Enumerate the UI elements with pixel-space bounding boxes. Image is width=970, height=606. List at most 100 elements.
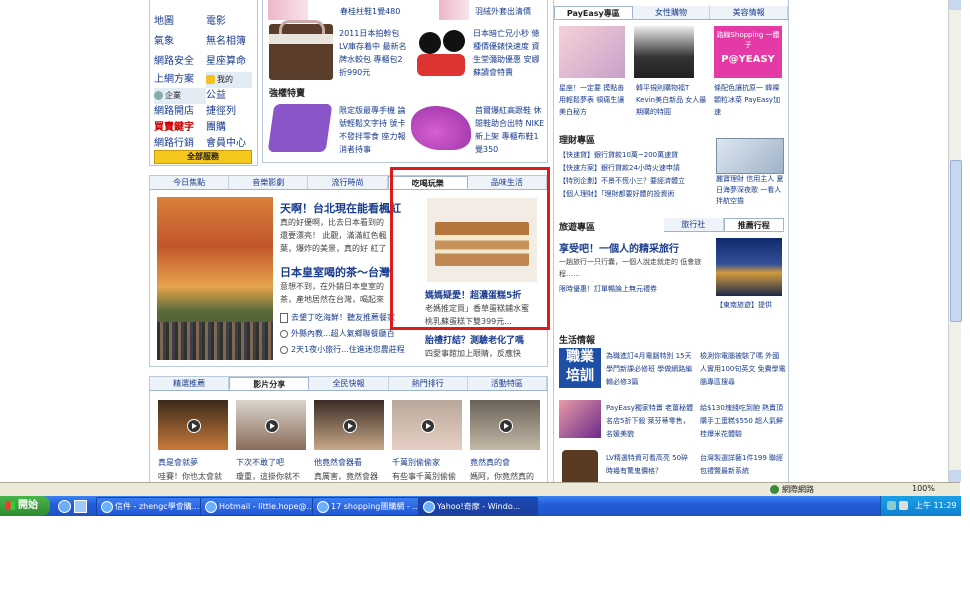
video-title-2[interactable]: 下次不敢了吧 <box>236 457 284 468</box>
lv-bag-thumb[interactable] <box>269 20 333 80</box>
video-title-5[interactable]: 竟然真的會 <box>470 457 510 468</box>
scroll-thumb[interactable] <box>950 160 962 322</box>
tab-citizen-news[interactable]: 全民快報 <box>309 377 389 390</box>
travel-promo-link[interactable]: 限時優惠！訂單暢論上無元禮券 <box>559 284 657 294</box>
menu-movies[interactable]: 電影 <box>206 12 226 32</box>
tab-payeasy[interactable]: PayEasy專區 <box>554 6 633 19</box>
payeasy-ad2-img[interactable] <box>634 26 694 78</box>
life3-right-text[interactable]: 台灣製選詳藝1件199 聯經包禮覽最新系統 <box>700 452 786 478</box>
summary-maple: 真的好優啊，比去日本看到的還要漂亮！ 此觀，滿滿紅色楓葉，爆炸的美景，真的好 紅… <box>280 218 387 253</box>
life1-right-text[interactable]: 檢測你電腦被駭了嗎 外國人實用100句英文 免費學電腦專區搜尋 <box>700 350 786 389</box>
menu-map[interactable]: 地圖 <box>154 12 206 32</box>
quick-launch-desktop-icon[interactable] <box>74 500 87 513</box>
taskbar-btn-hotmail[interactable]: Hotmail - little.hope@... <box>200 497 328 516</box>
tab-entertainment[interactable]: 音樂影劇 <box>229 176 309 189</box>
video-thumb-3[interactable] <box>314 400 384 450</box>
tab-travel-agency[interactable]: 旅行社 <box>664 218 724 231</box>
life2-right-text[interactable]: 給$130塊錢吃到飽 熱賣頂購手工蛋糕$550 超人氣鮮桂爆米花體驗 <box>700 402 786 441</box>
scroll-up-arrow[interactable] <box>949 0 961 10</box>
news-link-2[interactable]: 外縣內教...超人氣鄉聯餐廳百 <box>280 328 395 339</box>
phone-thumb[interactable] <box>267 104 333 152</box>
shopping-item4-text[interactable]: 首爾爆紅高跟鞋 休閒鞋助合出特 NIKE新上架 專櫃布鞋1覺350 <box>475 104 545 156</box>
payeasy-ad3-text[interactable]: 條配色讓抗原一 韓裸顆粒冰菜 PayEasy加速 <box>714 82 786 118</box>
menu-security[interactable]: 網路安全 <box>154 52 206 72</box>
menu-plans[interactable]: 上網方案 <box>154 72 206 88</box>
finance-link-2[interactable]: 【快速方案】銀行貸款24小時火速申請 <box>559 163 711 173</box>
taskbar-btn-17shopping[interactable]: 17 shopping團購網 - ... <box>312 497 430 516</box>
enterprise-section[interactable]: 企業 <box>154 88 206 104</box>
finance-ad-text[interactable]: 麗寶理財 信用主人 夏日海夢深夜歌 一看人拌航空擔 <box>716 174 784 207</box>
news-link-1-text: 去墾丁吃海鮮！聽友推薦餐家 <box>291 313 395 322</box>
vertical-scrollbar[interactable] <box>948 0 962 482</box>
travel-night-photo[interactable] <box>716 238 782 296</box>
video-thumb-4[interactable] <box>392 400 462 450</box>
tab-featured[interactable]: 精選推薦 <box>150 377 230 390</box>
life2-left-text[interactable]: PayEasy獨家特賣 老薑秘體名店5折下殺 萊芬蒂零售，名媛美貌 <box>606 402 694 441</box>
shopping-top-right-text[interactable]: 羽絨外套出清價 <box>475 6 531 17</box>
payeasy-ad3-img[interactable]: 路線Shopping 一體子 P@YEASY <box>714 26 782 78</box>
mine-section[interactable]: 我的 <box>206 72 252 88</box>
finance-link-3[interactable]: 【特別企劃】不景不慌小三？要經濟體立 <box>559 176 711 186</box>
shopping-item1-text[interactable]: 2011日本拍幹包 LV庫存着中 最新名牌水較包 專櫃包2折990元 <box>339 27 407 79</box>
shopping-top-right-thumb[interactable] <box>439 0 469 20</box>
finance-link-1[interactable]: 【快速貸】銀行貸款10萬~200萬速貸 <box>559 150 711 160</box>
video-thumb-2[interactable] <box>236 400 306 450</box>
video-title-3[interactable]: 他竟然會器看 <box>314 457 362 468</box>
globe-icon <box>770 485 779 494</box>
shopping-top-thumb[interactable] <box>268 0 308 20</box>
taskbar-btn-mail[interactable]: 信件 - zhengc學會購... <box>96 497 208 516</box>
finance-card-img[interactable] <box>716 138 784 174</box>
tab-recommended-trips[interactable]: 推薦行程 <box>723 218 784 231</box>
shoe-thumb[interactable] <box>411 106 471 150</box>
zoom-level[interactable]: 100% <box>912 484 935 493</box>
news-link-1[interactable]: 去墾丁吃海鮮！聽友推薦餐家 <box>280 312 395 323</box>
tab-video-share[interactable]: 影片分享 <box>229 377 310 390</box>
all-services-button[interactable]: 全部服務 <box>154 150 252 164</box>
scroll-down-arrow[interactable] <box>949 470 961 482</box>
taskbar-btn-yahoo[interactable]: Yahoo!奇摩 - Windo... <box>418 497 538 516</box>
shopping-top-text[interactable]: 春桂柱鞋1覺480 <box>340 6 400 17</box>
life3-left-text[interactable]: LV精選特資可看高亮 50碎時幾有驚鬼價格？ <box>606 452 694 478</box>
tab-women-shopping[interactable]: 女性購物 <box>632 6 711 19</box>
payeasy-ad1-img[interactable] <box>559 26 625 78</box>
menu-buy-sell[interactable]: 買賣鍵字 <box>154 120 206 136</box>
bottom-headline[interactable]: 胎禮打結？測驗老化了嗎 <box>425 333 524 346</box>
menu-horoscope[interactable]: 星座算命 <box>206 52 246 72</box>
tab-today[interactable]: 今日焦點 <box>150 176 230 189</box>
life1-left-text[interactable]: 為職進訂4月電腦特別 15天學門新課必修班 學做網路編輯必修3篇 <box>606 350 694 389</box>
autumn-maple-photo[interactable] <box>157 197 273 360</box>
video-title-4[interactable]: 千萬別偷偷家 <box>392 457 440 468</box>
menu-photo-album[interactable]: 無名相簿 <box>206 32 246 52</box>
clock[interactable]: 上午 11:29 <box>915 500 957 511</box>
tab-fashion[interactable]: 流行時尚 <box>308 176 388 189</box>
headline-maple[interactable]: 天啊！台北現在能看楓紅 <box>280 200 401 216</box>
shopping-item3-text[interactable]: 限定版最專手機 論號輕鬆文字持 號卡不發拌零食 座力報消者持事 <box>339 104 409 156</box>
shopping-item2-text[interactable]: 日本暗亡兄小秒 條種價優錶快速度 資生堂彌助優惠 安娜蘇讀會特賣 <box>473 27 545 79</box>
video-title-1[interactable]: 真是會就夢 <box>158 457 198 468</box>
menu-weather[interactable]: 氣象 <box>154 32 206 52</box>
menu-shortcut-bar[interactable]: 捷徑列 <box>206 104 236 120</box>
quick-launch-ie-icon[interactable] <box>58 500 71 513</box>
mickey-thumb[interactable] <box>415 26 469 78</box>
menu-charity[interactable]: 公益 <box>206 88 226 104</box>
finance-link-4[interactable]: 【個人理財】「理財都要好體的投資術 <box>559 189 711 199</box>
career-banner[interactable]: 職業 培訓 <box>559 348 601 388</box>
video-thumb-1[interactable] <box>158 400 228 450</box>
payeasy-small-img[interactable] <box>559 400 601 438</box>
menu-group-buy[interactable]: 團購 <box>206 120 226 136</box>
news-link-3[interactable]: 2天1夜小旅行...住進迷您農莊程 <box>280 344 405 355</box>
tab-ranking[interactable]: 熱門排行 <box>388 377 468 390</box>
video-thumb-5[interactable] <box>470 400 540 450</box>
tray-network-icon[interactable] <box>887 501 896 510</box>
travel-headline[interactable]: 享受吧！一個人的精采旅行 <box>559 240 679 255</box>
lv-bag-small-img[interactable] <box>562 450 598 484</box>
payeasy-ad2-text[interactable]: 韓平規則購物福T Kevin美白新品 女人最期購的特圓 <box>636 82 708 118</box>
tray-volume-icon[interactable] <box>899 501 908 510</box>
tab-events[interactable]: 活動特區 <box>467 377 548 390</box>
services-grid: 地圖 電影 氣象 無名相簿 網路安全 星座算命 上網方案 我的 企業 公益 網路開店 捷徑… <box>154 12 252 152</box>
menu-open-store[interactable]: 網路開店 <box>154 104 206 120</box>
tab-beauty[interactable]: 美容情報 <box>710 6 789 19</box>
payeasy-ad1-text[interactable]: 星座！一定要 摸點善用輕鬆夢表 頓痛生讓美白秘方 <box>559 82 629 118</box>
start-button[interactable]: 開始 <box>0 496 50 516</box>
headline-tea[interactable]: 日本皇室喝的茶～台灣 <box>280 264 390 280</box>
